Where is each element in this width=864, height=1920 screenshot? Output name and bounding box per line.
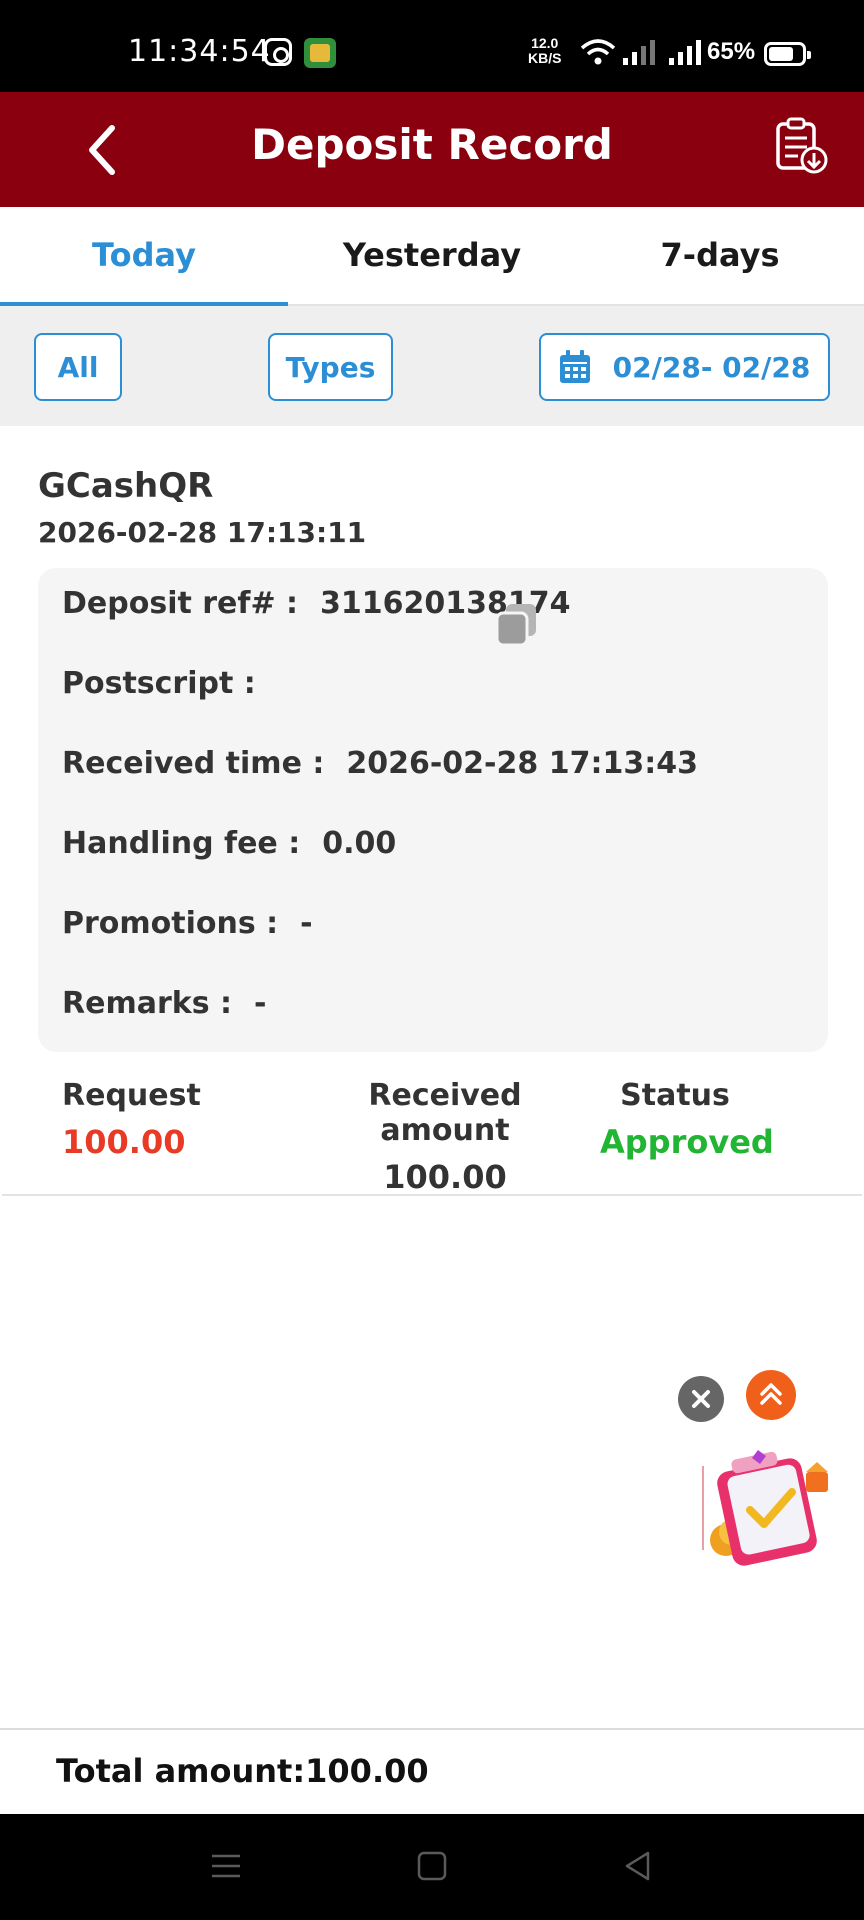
home-icon[interactable] — [416, 1850, 448, 1882]
wifi-icon — [580, 39, 616, 65]
tab-7-days[interactable]: 7-days — [576, 207, 864, 304]
total-amount: Total amount:100.00 — [56, 1752, 429, 1790]
page-title: Deposit Record — [251, 120, 613, 169]
deposit-ref-row: Deposit ref# :311620138174 — [62, 586, 571, 647]
signal-icon-sim1 — [623, 40, 655, 65]
close-icon — [692, 1390, 710, 1408]
date-range-button[interactable]: 02/28- 02/28 — [539, 333, 830, 401]
filter-all-label: All — [57, 350, 99, 384]
record-created-time: 2026-02-28 17:13:11 — [38, 516, 367, 549]
battery-icon — [764, 42, 811, 66]
postscript-row: Postscript : — [62, 666, 256, 701]
handling-fee-row: Handling fee : 0.00 — [62, 826, 396, 861]
export-record-button[interactable] — [774, 116, 830, 176]
filter-types-label: Types — [285, 350, 376, 384]
received-amount-value: 100.00 — [383, 1158, 507, 1196]
handling-fee-label: Handling fee : — [62, 826, 301, 861]
filter-types-button[interactable]: Types — [268, 333, 393, 401]
double-chevron-up-icon — [760, 1383, 782, 1405]
scroll-top-button[interactable] — [746, 1370, 796, 1420]
received-amount-label: Received amount — [368, 1078, 522, 1148]
received-time-row: Received time : 2026-02-28 17:13:43 — [62, 746, 698, 781]
record-details-panel: Deposit ref# :311620138174 Postscript : … — [38, 568, 828, 1052]
tab-today[interactable]: Today — [0, 207, 288, 306]
promotions-value: - — [300, 906, 313, 941]
deposit-record-card[interactable]: GCashQR 2026-02-28 17:13:11 Deposit ref#… — [2, 428, 862, 1196]
request-column: Request 100.00 — [62, 1078, 201, 1161]
app-notification-icon — [304, 38, 336, 68]
remarks-value: - — [254, 986, 267, 1021]
payment-method: GCashQR — [38, 466, 214, 506]
network-speed: 12.0 KB/S — [528, 36, 561, 66]
status-badge: Approved — [600, 1123, 774, 1161]
received-amount-column: Received amount 100.00 — [322, 1078, 568, 1196]
back-nav-icon[interactable] — [622, 1850, 654, 1882]
postscript-label: Postscript : — [62, 666, 256, 701]
handling-fee-value: 0.00 — [322, 826, 397, 861]
received-time-value: 2026-02-28 17:13:43 — [346, 746, 698, 781]
clipboard-download-icon — [776, 117, 828, 174]
total-bar: Total amount:100.00 — [0, 1728, 864, 1814]
promo-floating-widget[interactable] — [702, 1448, 836, 1568]
date-range-label: 02/28- 02/28 — [612, 350, 811, 384]
promotions-label: Promotions : — [62, 906, 279, 941]
close-float-button[interactable] — [678, 1376, 724, 1422]
battery-percent: 65% — [707, 38, 756, 65]
status-label: Status — [620, 1078, 730, 1113]
request-amount: 100.00 — [62, 1123, 186, 1161]
signal-icon-sim2 — [669, 40, 701, 65]
received-time-label: Received time : — [62, 746, 325, 781]
filter-bar: All Types 02/28- 02/28 — [0, 306, 864, 426]
remarks-row: Remarks :- — [62, 986, 266, 1021]
status-bar: 11:34:54 12.0 KB/S 65% — [0, 0, 864, 92]
filter-all-button[interactable]: All — [34, 333, 122, 401]
copy-icon[interactable] — [494, 602, 540, 648]
network-speed-value: 12.0 — [531, 35, 559, 51]
menu-icon[interactable] — [210, 1850, 242, 1882]
system-navigation-bar — [0, 1814, 864, 1920]
remarks-label: Remarks : — [62, 986, 232, 1021]
promotions-row: Promotions :- — [62, 906, 313, 941]
app-header: Deposit Record — [0, 92, 864, 207]
network-speed-unit: KB/S — [528, 50, 562, 66]
instagram-icon — [264, 38, 292, 66]
status-column: Status Approved — [600, 1078, 774, 1161]
date-tabs: Today Yesterday 7-days — [0, 207, 864, 306]
calendar-icon — [559, 350, 590, 383]
reward-checkin-icon — [702, 1450, 828, 1566]
tab-yesterday[interactable]: Yesterday — [288, 207, 576, 304]
deposit-ref-label: Deposit ref# : — [62, 586, 299, 621]
clock: 11:34:54 — [128, 34, 271, 69]
request-label: Request — [62, 1078, 201, 1113]
